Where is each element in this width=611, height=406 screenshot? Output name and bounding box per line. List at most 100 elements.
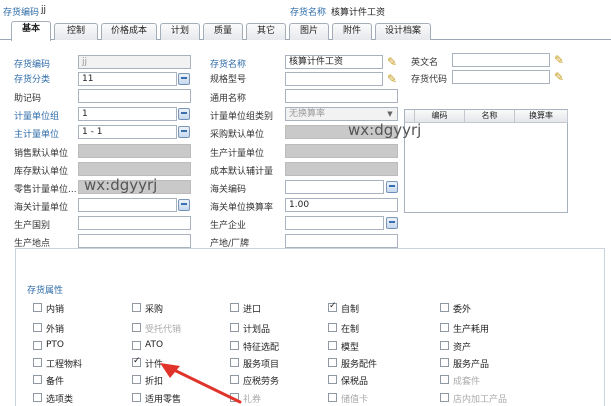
code-field[interactable]: jj (78, 55, 191, 69)
location-field[interactable] (78, 234, 191, 248)
attribute-checkbox[interactable] (328, 323, 337, 332)
attribute-checkbox[interactable] (328, 301, 337, 312)
customs-uom-field[interactable] (78, 198, 177, 212)
origin-field[interactable] (285, 234, 398, 248)
attribute-label: 储值卡 (341, 395, 369, 405)
attribute-label: 服务配件 (341, 360, 378, 370)
english-name-edit-pencil-icon[interactable]: ✎ (552, 53, 566, 67)
main-uom-field[interactable]: 1 - 1 (78, 125, 177, 139)
attribute-checkbox[interactable] (33, 375, 42, 384)
tab-quality[interactable]: 质量 (203, 23, 243, 40)
spec-edit-pencil-icon[interactable]: ✎ (385, 72, 399, 86)
attribute-checkbox[interactable] (230, 341, 239, 350)
watermark-text: wx:dgyyrj (84, 176, 158, 194)
attribute-label: 应税劳务 (243, 377, 280, 387)
stock-code-field[interactable] (452, 70, 550, 84)
name-edit-pencil-icon[interactable]: ✎ (385, 55, 399, 69)
attribute-checkbox[interactable] (33, 393, 42, 402)
attribute-label: 受托代销 (145, 325, 182, 335)
header-bar: 存货编码 jj 存货名称 核算计件工资 (0, 0, 611, 22)
mnemonic-label: 助记码 (14, 94, 42, 104)
attribute-label: PTO (46, 340, 65, 350)
attribute-checkbox[interactable] (440, 303, 449, 312)
attribute-checkbox[interactable] (328, 358, 337, 367)
customs-code-lookup-icon[interactable] (386, 181, 398, 193)
attribute-checkbox[interactable] (132, 341, 141, 350)
attribute-label: 自制 (341, 305, 360, 315)
uom-conversion-grid[interactable]: 编码 名称 换算率 (404, 109, 568, 213)
uom-group-type-select[interactable]: 无换算率 (285, 107, 398, 121)
attribute-checkbox[interactable] (132, 393, 141, 402)
production-uom-field[interactable] (285, 144, 398, 158)
mnemonic-field[interactable] (78, 89, 191, 103)
attribute-label: 生产耗用 (453, 325, 490, 335)
attribute-checkbox[interactable] (440, 341, 449, 350)
code-label: 存货编码 (14, 60, 51, 70)
red-arrow-annotation (160, 363, 242, 404)
watermark-text: wx:dgyyrj (348, 121, 422, 139)
attribute-checkbox[interactable] (440, 323, 449, 332)
attribute-checkbox[interactable] (328, 393, 337, 402)
stock-code-edit-pencil-icon[interactable]: ✎ (552, 70, 566, 84)
cost-uom-label: 成本默认辅计量 (210, 167, 274, 177)
generic-name-field[interactable] (285, 89, 398, 103)
attribute-checkbox[interactable] (33, 358, 42, 367)
attribute-checkbox[interactable] (440, 358, 449, 367)
tab-other[interactable]: 其它 (246, 23, 286, 40)
attribute-label: 店内加工产品 (453, 395, 508, 405)
tab-price-cost[interactable]: 价格成本 (101, 23, 157, 40)
category-lookup-icon[interactable] (178, 73, 190, 85)
spec-field[interactable] (285, 72, 383, 86)
tab-control[interactable]: 控制 (54, 23, 98, 40)
tab-basic[interactable]: 基本 (11, 21, 51, 41)
name-field[interactable]: 核算计件工资 (285, 55, 383, 69)
attribute-checkbox[interactable] (132, 303, 141, 312)
attribute-label: 服务项目 (243, 360, 280, 370)
attribute-label: 特征选配 (243, 343, 280, 353)
country-field[interactable] (78, 216, 191, 230)
tab-picture[interactable]: 图片 (289, 23, 329, 40)
grid-header-code[interactable]: 编码 (415, 110, 465, 123)
stock-uom-field[interactable] (78, 162, 191, 176)
grid-header-name[interactable]: 名称 (465, 110, 515, 123)
uom-group-lookup-icon[interactable] (178, 108, 190, 120)
attribute-checkbox[interactable] (132, 356, 141, 367)
english-name-field[interactable] (452, 53, 550, 67)
attribute-checkbox[interactable] (33, 341, 42, 350)
attribute-label: 资产 (453, 343, 472, 353)
category-field[interactable]: 11 (78, 72, 177, 86)
main-uom-lookup-icon[interactable] (178, 126, 190, 138)
attributes-title: 存货属性 (25, 283, 66, 296)
chevron-down-icon[interactable]: ▼ (385, 108, 395, 120)
tab-plan[interactable]: 计划 (160, 23, 200, 40)
attribute-label: 成套件 (453, 377, 481, 387)
attribute-checkbox[interactable] (132, 323, 141, 332)
tab-design-archive[interactable]: 设计档案 (375, 23, 431, 40)
customs-rate-field[interactable]: 1.00 (285, 198, 398, 212)
attribute-checkbox[interactable] (230, 303, 239, 312)
attribute-checkbox[interactable] (440, 375, 449, 384)
customs-code-field[interactable] (285, 180, 384, 194)
customs-uom-lookup-icon[interactable] (178, 199, 190, 211)
attribute-checkbox[interactable] (132, 375, 141, 384)
attribute-checkbox[interactable] (33, 303, 42, 312)
grid-header-rate[interactable]: 换算率 (515, 110, 568, 123)
attribute-checkbox[interactable] (328, 375, 337, 384)
attribute-checkbox[interactable] (33, 323, 42, 332)
attribute-label: 计划品 (243, 325, 271, 335)
cost-uom-field[interactable] (285, 162, 398, 176)
customs-code-label: 海关编码 (210, 185, 247, 195)
attribute-checkbox[interactable] (230, 323, 239, 332)
sales-uom-field[interactable] (78, 144, 191, 158)
attribute-label: 礼券 (243, 395, 262, 405)
attribute-label: 委外 (453, 305, 472, 315)
attribute-label: 保税品 (341, 377, 369, 387)
company-lookup-icon[interactable] (386, 217, 398, 229)
attribute-checkbox[interactable] (440, 393, 449, 402)
customs-uom-label: 海关计量单位 (14, 203, 69, 213)
company-field[interactable] (285, 216, 384, 230)
attribute-checkbox[interactable] (328, 341, 337, 350)
uom-group-field[interactable]: 1 (78, 107, 177, 121)
tab-attachment[interactable]: 附件 (332, 23, 372, 40)
generic-name-label: 通用名称 (210, 94, 247, 104)
